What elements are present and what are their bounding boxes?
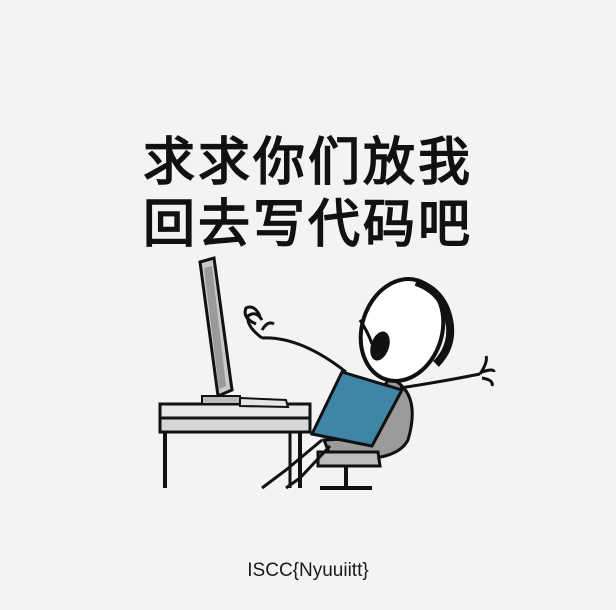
desk	[158, 402, 312, 488]
stick-figure-head	[358, 277, 455, 383]
meme-illustration	[158, 256, 496, 490]
flag-text: ISCC{Nyuuiitt}	[247, 560, 369, 581]
monitor	[198, 256, 290, 409]
image-card: 求求你们放我 回去写代码吧 ISCC{Nyuuiitt}	[0, 0, 616, 610]
